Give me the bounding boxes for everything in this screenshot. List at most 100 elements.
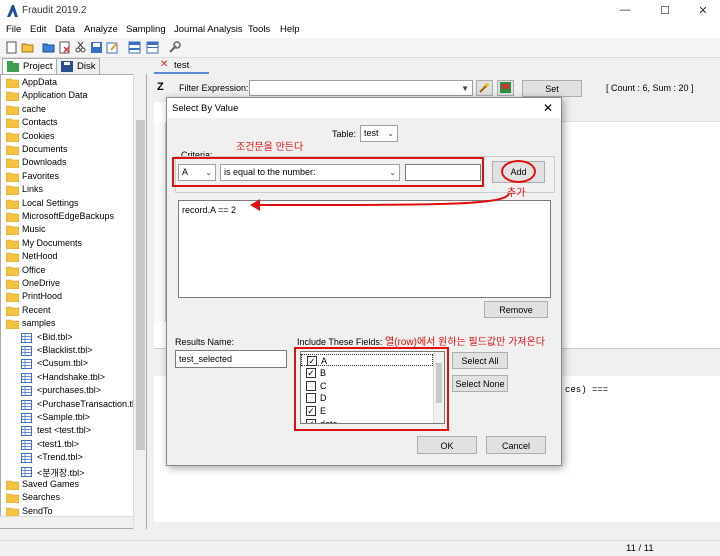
criteria-annotation: 조건문을 만든다 xyxy=(236,142,304,153)
table-icon xyxy=(21,332,32,343)
dialog-title: Select By Value xyxy=(172,103,239,114)
fields-annotation: 열(row)에서 원하는 필드값만 가져온다 xyxy=(385,337,545,348)
remove-button[interactable]: Remove xyxy=(484,301,548,318)
tree-item-label: SendTo xyxy=(22,505,53,516)
folder-icon xyxy=(6,185,19,196)
tree-item-label: Music xyxy=(22,224,46,235)
tree-item-label: samples xyxy=(22,318,56,329)
tree-item-label: <Handshake.tbl> xyxy=(37,371,106,382)
tree-item-label: <PurchaseTransaction.tbl> xyxy=(37,398,145,409)
menu-analyze[interactable]: Analyze xyxy=(84,24,118,35)
tools-icon[interactable] xyxy=(168,41,181,54)
table-select[interactable]: test ⌄ xyxy=(360,125,398,142)
dialog-close-icon[interactable]: ✕ xyxy=(543,101,553,115)
new-file-icon[interactable] xyxy=(5,41,18,54)
tree-item-label: Recent xyxy=(22,304,51,315)
set-button[interactable]: Set xyxy=(522,80,582,97)
tree-item-label: Local Settings xyxy=(22,197,79,208)
title-bar: Fraudit 2019.2 — ☐ ✕ xyxy=(0,0,720,22)
fields-highlight-box xyxy=(294,347,449,431)
scrollbar-thumb[interactable] xyxy=(136,120,145,450)
tree-item-label: Downloads xyxy=(22,157,67,168)
window-icon[interactable] xyxy=(128,41,141,54)
tree-horizontal-scrollbar[interactable] xyxy=(0,516,133,528)
file-tree: AppData Application Data cache Contacts Cook… xyxy=(0,74,147,529)
tree-item-label: <Cusum.tbl> xyxy=(37,358,89,369)
table-icon xyxy=(21,359,32,370)
tab-disk[interactable]: Disk xyxy=(56,58,101,74)
number-input[interactable] xyxy=(405,164,481,181)
close-window-button[interactable]: ✕ xyxy=(688,4,718,17)
menu-tools[interactable]: Tools xyxy=(248,24,270,35)
tree-item-label: My Documents xyxy=(22,237,83,248)
expression-list[interactable]: record.A == 2 xyxy=(178,200,551,298)
table-icon xyxy=(21,372,32,383)
tab-project[interactable]: Project xyxy=(2,58,58,74)
chevron-down-icon: ▼ xyxy=(461,84,469,93)
tree-item-label: MicrosoftEdgeBackups xyxy=(22,211,115,221)
tree-item-label: <purchases.tbl> xyxy=(37,385,102,396)
tree-item-label: test <test.tbl> xyxy=(37,425,92,436)
folder-icon xyxy=(6,226,19,236)
filter-wand-button[interactable] xyxy=(476,80,493,96)
tree-item-label: Office xyxy=(22,264,46,275)
delete-file-icon[interactable] xyxy=(58,41,71,54)
tree-item-label: <분개장.tbl> xyxy=(37,467,85,478)
open-folder-icon-2[interactable] xyxy=(42,41,55,54)
tree-item-label: Searches xyxy=(22,492,61,503)
table-label: Table: xyxy=(332,129,357,139)
select-none-button[interactable]: Select None xyxy=(452,375,508,392)
close-tab-icon[interactable]: ✕ xyxy=(160,59,168,70)
document-tab[interactable]: ✕ test xyxy=(154,58,209,74)
maximize-button[interactable]: ☐ xyxy=(650,4,680,17)
tree-item-label: Saved Games xyxy=(22,479,80,489)
operator-select[interactable]: is equal to the number: ⌄ xyxy=(220,164,400,181)
menu-data[interactable]: Data xyxy=(55,24,75,35)
picture-icon xyxy=(500,82,511,93)
menu-edit[interactable]: Edit xyxy=(30,24,46,35)
menu-sampling[interactable]: Sampling xyxy=(126,24,166,35)
folder-icon xyxy=(6,212,19,222)
tree-item-label: <Trend.tbl> xyxy=(37,452,83,463)
expression-text: record.A == 2 xyxy=(182,205,237,215)
filter-z-icon: Z xyxy=(157,81,164,93)
app-title: Fraudit 2019.2 xyxy=(22,5,87,16)
tree-item-label: cache xyxy=(22,103,47,114)
folder-icon xyxy=(6,132,19,142)
ok-button[interactable]: OK xyxy=(417,436,477,454)
window-split-icon[interactable] xyxy=(146,41,159,54)
folder-icon xyxy=(6,105,19,115)
results-name-label: Results Name: xyxy=(175,337,235,347)
grid-row-gutter xyxy=(154,122,166,322)
save-icon[interactable] xyxy=(90,41,103,54)
folder-icon xyxy=(6,92,19,102)
page-indicator: 11 / 11 xyxy=(626,543,654,554)
tree-vertical-scrollbar[interactable] xyxy=(133,74,146,529)
field-select[interactable]: A ⌄ xyxy=(178,164,216,181)
cancel-button[interactable]: Cancel xyxy=(486,436,546,454)
folder-icon xyxy=(6,266,19,276)
chevron-down-icon: ⌄ xyxy=(387,129,394,138)
add-highlight-circle xyxy=(501,160,536,183)
folder-icon xyxy=(6,306,19,316)
menu-help[interactable]: Help xyxy=(280,24,300,35)
left-pane-tabs: Project Disk xyxy=(0,58,150,74)
cut-icon[interactable] xyxy=(74,41,87,54)
menu-journal-analysis[interactable]: Journal Analysis xyxy=(174,24,243,35)
folder-icon xyxy=(6,172,19,182)
tree-item-label: Documents xyxy=(22,144,68,154)
open-folder-icon[interactable] xyxy=(21,41,34,54)
select-all-button[interactable]: Select All xyxy=(452,352,508,369)
edit-icon[interactable] xyxy=(106,41,119,54)
minimize-button[interactable]: — xyxy=(610,4,640,16)
filter-expression-input[interactable]: ▼ xyxy=(249,80,473,96)
filter-image-button[interactable] xyxy=(497,80,514,96)
folder-icon xyxy=(6,118,19,129)
tab-disk-label: Disk xyxy=(77,61,96,72)
table-icon xyxy=(21,466,32,477)
folder-icon xyxy=(6,494,19,504)
results-name-input[interactable]: test_selected xyxy=(175,350,287,368)
folder-icon xyxy=(6,279,19,289)
folder-icon xyxy=(6,252,19,263)
menu-file[interactable]: File xyxy=(6,24,21,35)
